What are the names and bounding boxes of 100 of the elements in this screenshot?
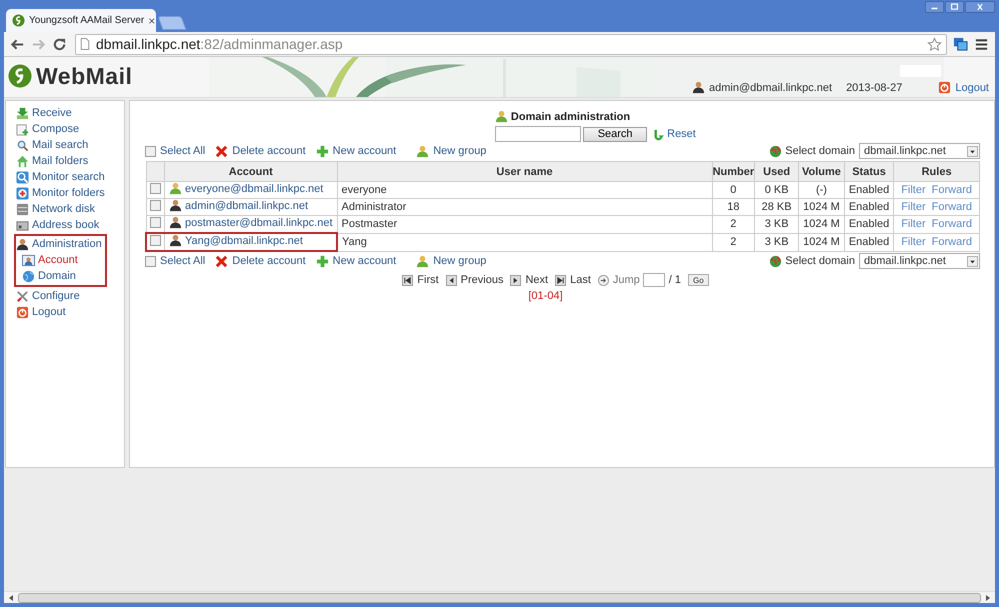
nav-item[interactable]: Address book (16, 217, 124, 233)
user-icon (494, 110, 508, 123)
logout-icon (938, 81, 952, 94)
logo-text: WebMail (36, 62, 132, 90)
menu-icon[interactable] (974, 36, 989, 52)
table-cell: everyone (337, 182, 712, 198)
previous-page-icon (446, 274, 457, 286)
rule-link[interactable]: Forward (932, 236, 972, 248)
horizontal-scrollbar[interactable] (4, 591, 995, 603)
house-icon (16, 154, 29, 168)
table-cell: 18 (712, 198, 755, 216)
first-page-button[interactable]: First (402, 274, 439, 286)
scrollbar-thumb[interactable] (18, 592, 981, 602)
new-group-button[interactable]: New group (416, 254, 486, 268)
nav-item[interactable]: Monitor search (16, 169, 124, 185)
new-account-button[interactable]: New account (316, 144, 396, 158)
user-card-icon (22, 254, 35, 266)
reset-link[interactable]: Reset (652, 128, 696, 140)
tools-icon (16, 290, 29, 302)
table-cell: 1024 M (798, 233, 844, 251)
jump-button[interactable]: Jump (598, 274, 640, 286)
rule-link[interactable]: Filter (901, 184, 926, 196)
close-icon[interactable] (965, 1, 995, 13)
row-checkbox[interactable] (150, 235, 161, 246)
nav-item[interactable]: Administration (16, 236, 102, 252)
column-header: Rules (894, 162, 980, 182)
extension-icon[interactable] (953, 36, 968, 52)
refresh-icon (652, 128, 666, 140)
search-icon (16, 138, 29, 152)
delete-account-button[interactable]: Delete account (215, 144, 306, 158)
go-button[interactable]: Go (688, 274, 709, 286)
nav-item[interactable]: Mail folders (16, 153, 124, 169)
maximize-icon[interactable] (945, 1, 964, 13)
rule-link[interactable]: Filter (901, 201, 926, 213)
last-page-icon (555, 274, 566, 286)
search-field[interactable] (495, 126, 582, 142)
nav-item[interactable]: Network disk (16, 201, 124, 217)
page-icon (80, 38, 90, 50)
rule-link[interactable]: Forward (932, 218, 972, 230)
select-all-checkbox[interactable]: Select All (145, 255, 206, 267)
address-bar[interactable]: dbmail.linkpc.net:82/adminmanager.asp (75, 34, 947, 54)
nav-item[interactable]: Configure (16, 288, 124, 304)
nav-item[interactable]: Account (16, 252, 102, 268)
domain-dropdown[interactable]: dbmail.linkpc.net (859, 143, 980, 159)
row-checkbox[interactable] (150, 200, 161, 211)
nav-item[interactable]: Compose (16, 121, 124, 137)
panel-title: Domain administration (510, 110, 630, 122)
table-cell: 3 KB (754, 216, 799, 233)
table-cell: Postmaster (337, 216, 712, 233)
back-icon[interactable] (10, 36, 25, 52)
plus-icon (316, 144, 329, 158)
globe-icon (769, 254, 782, 268)
close-tab-button[interactable]: × (148, 14, 156, 28)
nav-item[interactable]: Mail search (16, 137, 124, 153)
logout-icon (16, 306, 29, 318)
record-range: [01-04] (527, 290, 564, 302)
nav-item[interactable]: Domain (16, 268, 102, 284)
domain-dropdown[interactable]: dbmail.linkpc.net (859, 253, 980, 269)
minimize-icon[interactable] (925, 1, 944, 13)
rule-link[interactable]: Forward (932, 184, 972, 196)
plus-icon (316, 254, 329, 268)
browser-tab[interactable]: Youngzsoft AAMail Server × (6, 9, 156, 32)
user-icon (416, 144, 430, 158)
logout-link[interactable]: Logout (955, 82, 989, 94)
book-icon (16, 218, 29, 232)
table-cell: 2 (712, 233, 755, 251)
delete-account-button[interactable]: Delete account (215, 254, 306, 268)
row-checkbox[interactable] (150, 217, 161, 228)
user-icon (169, 199, 182, 212)
row-checkbox[interactable] (150, 183, 161, 194)
rule-link[interactable]: Filter (901, 218, 926, 230)
new-tab-button[interactable] (157, 16, 187, 30)
globe-icon (22, 270, 35, 282)
next-page-button[interactable]: Next (510, 274, 548, 286)
search-button[interactable]: Search (583, 126, 648, 142)
table-cell: 1024 M (798, 198, 844, 216)
table-cell: 3 KB (754, 233, 799, 251)
reload-icon[interactable] (52, 36, 67, 52)
select-all-checkbox[interactable]: Select All (145, 145, 206, 157)
caret-icon (967, 146, 978, 156)
column-header: Number (712, 162, 755, 182)
new-account-button[interactable]: New account (316, 254, 396, 268)
user-icon (169, 182, 182, 195)
nav-item[interactable]: Receive (16, 105, 124, 121)
previous-page-button[interactable]: Previous (446, 274, 504, 286)
rule-link[interactable]: Forward (932, 201, 972, 213)
nav-item[interactable]: Logout (16, 304, 124, 320)
arrow-icon (598, 274, 609, 286)
next-page-icon (510, 274, 522, 286)
star-icon[interactable] (927, 36, 942, 52)
table-cell: 0 KB (754, 182, 799, 198)
nav-item[interactable]: Monitor folders (16, 185, 124, 201)
plus-icon (16, 186, 29, 200)
new-group-button[interactable]: New group (416, 144, 486, 158)
column-header: Status (844, 162, 894, 182)
page-total: / 1 (668, 274, 682, 286)
select-domain-label: Select domain (785, 145, 855, 157)
last-page-button[interactable]: Last (555, 274, 591, 286)
rule-link[interactable]: Filter (901, 236, 926, 248)
page-field[interactable] (642, 273, 665, 287)
